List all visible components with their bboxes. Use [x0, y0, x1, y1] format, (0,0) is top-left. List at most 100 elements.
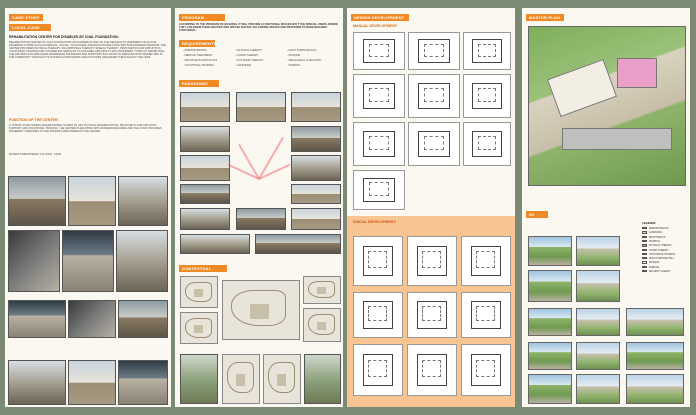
requirement-item: - ADMINISTRATION — [183, 49, 207, 52]
legend-item: PHYSICAL THERAPY — [642, 244, 672, 247]
panorama-photo — [180, 126, 230, 152]
contextual-analysis-tag: CONTEXTUAL ANALYSIS: — [179, 265, 227, 278]
digital-plan — [407, 236, 457, 286]
3d-view — [528, 374, 572, 404]
3d-view — [528, 270, 572, 302]
manual-sketch — [408, 122, 460, 166]
3d-view — [626, 342, 684, 370]
panorama-photo — [180, 234, 250, 254]
master-plan-building — [617, 58, 657, 88]
3d-view — [576, 308, 620, 336]
legend-swatch — [642, 235, 647, 238]
legend-swatch — [642, 239, 647, 243]
3d-view — [576, 342, 620, 370]
legend-label: PHYSICAL THERAPY — [649, 245, 672, 247]
panoramic-views-tag: PANAROMIC VIEWS: — [179, 80, 219, 93]
legend-swatch — [642, 227, 647, 230]
manual-sketch — [463, 122, 511, 166]
interior-photo — [8, 230, 60, 292]
3d-view — [626, 374, 684, 404]
requirement-item: - PHYSICAL THERAPY — [235, 49, 263, 52]
case-study-title: REHABILITATION CENTER FOR DISABLED BY CH… — [9, 35, 119, 39]
legend-label: HYDRO THERAPY — [649, 249, 669, 252]
manual-sketch — [353, 32, 405, 70]
legend-label: CAFETERIA — [649, 232, 662, 235]
manual-development-heading: MANUAL DEVELOPMENT: — [353, 24, 398, 28]
legend-label: PROSTHETICS — [649, 236, 666, 239]
legend-item: HOSPITAL — [642, 239, 661, 243]
case-study-tag: CASE STUDY :- — [9, 14, 43, 27]
legend-item: ADMINISTRATION — [642, 227, 668, 230]
legend-label: MOSQUE — [649, 262, 660, 265]
requirement-item: - PARKING — [287, 64, 301, 67]
case-study-body: REHABILITATION CENTER OF CHAL FOUNDATION… — [9, 41, 166, 60]
manual-sketch — [353, 74, 405, 118]
manual-sketch — [408, 32, 460, 70]
legend-label: PARKING — [649, 266, 660, 269]
local-case-study-tag: LOCAL CASE STUDY — [9, 24, 51, 37]
interior-photo — [116, 230, 168, 292]
3d-view — [528, 308, 572, 336]
legend-item: VOCATIONAL TRAINING — [642, 252, 675, 256]
panorama-photo — [291, 155, 341, 181]
3d-view — [576, 270, 620, 302]
legend-item: MULTI PURPOSE HALL — [642, 257, 674, 260]
panorama-photo — [180, 184, 230, 204]
digital-plan — [353, 292, 403, 338]
function-heading: FUNCTION OF THE CENTER: — [9, 118, 59, 122]
program-analysis-tag: PROGRAM ANALYSIS — [179, 14, 225, 27]
site-context-map — [222, 280, 300, 340]
site-photo — [68, 176, 116, 226]
panorama-photo — [180, 155, 230, 181]
legend-swatch — [642, 244, 647, 247]
legend-swatch — [642, 257, 647, 260]
master-plan-tag: MASTER PLAN — [526, 14, 564, 21]
workshop-photo — [8, 300, 66, 338]
context-map — [222, 354, 260, 404]
site-photo — [8, 176, 66, 226]
legend-item: PROSTHETICS — [642, 235, 666, 239]
legend-item: MOSQUE — [642, 261, 659, 264]
sheet-master-plan: MASTER PLAN 3D VIEWS LEGENDS ADMINISTRAT… — [522, 8, 690, 407]
legend-item: SECURITY & MECH — [642, 270, 670, 273]
manual-sketch — [353, 122, 405, 166]
therapy-photo — [8, 360, 66, 405]
site-photo — [118, 176, 168, 226]
manual-sketch — [408, 74, 460, 118]
legend-item: PARKING — [642, 265, 660, 269]
legend-label: HOSPITAL — [649, 240, 661, 243]
legend-swatch — [642, 252, 647, 256]
interior-photo — [62, 230, 114, 292]
3d-view — [626, 308, 684, 336]
requirement-item: - MULTI PURPOSE HALL — [287, 49, 317, 52]
requirement-item: - MOSQUE — [287, 54, 301, 57]
panorama-photo — [236, 208, 286, 230]
sheet-case-study: CASE STUDY :- LOCAL CASE STUDY REHABILIT… — [5, 8, 171, 407]
legend-swatch — [642, 231, 647, 234]
3d-view — [528, 342, 572, 370]
manual-sketch — [463, 32, 511, 70]
legend-title: LEGENDS — [642, 221, 656, 225]
requirement-item: - MEDICAL TREATMENT — [183, 54, 213, 57]
3d-views-tag: 3D VIEWS — [526, 211, 548, 224]
legend-item: HYDRO THERAPY — [642, 248, 669, 252]
requirement-item: - CAFETERIA — [235, 64, 252, 67]
digital-plan — [461, 236, 511, 286]
digital-plan — [407, 292, 457, 338]
requirement-item: - MECHANICAL & SECURITY — [287, 59, 322, 62]
legend-label: ADMINISTRATION — [649, 227, 669, 230]
panorama-photo — [236, 92, 286, 122]
panorama-photo — [291, 208, 341, 230]
context-photo — [304, 354, 341, 404]
workshop-photo — [68, 300, 116, 338]
context-map — [180, 276, 218, 308]
digital-plan — [407, 344, 457, 396]
panorama-photo — [291, 92, 341, 122]
master-plan-render — [528, 26, 686, 186]
context-map — [263, 354, 301, 404]
function-body: IT IS BOTH FUNCTIONING WHERE PATIENT COM… — [9, 124, 162, 134]
digital-plan — [461, 292, 511, 338]
context-map — [303, 308, 341, 342]
legend-label: SECURITY & MECH — [649, 270, 671, 273]
manual-sketch — [463, 74, 511, 118]
